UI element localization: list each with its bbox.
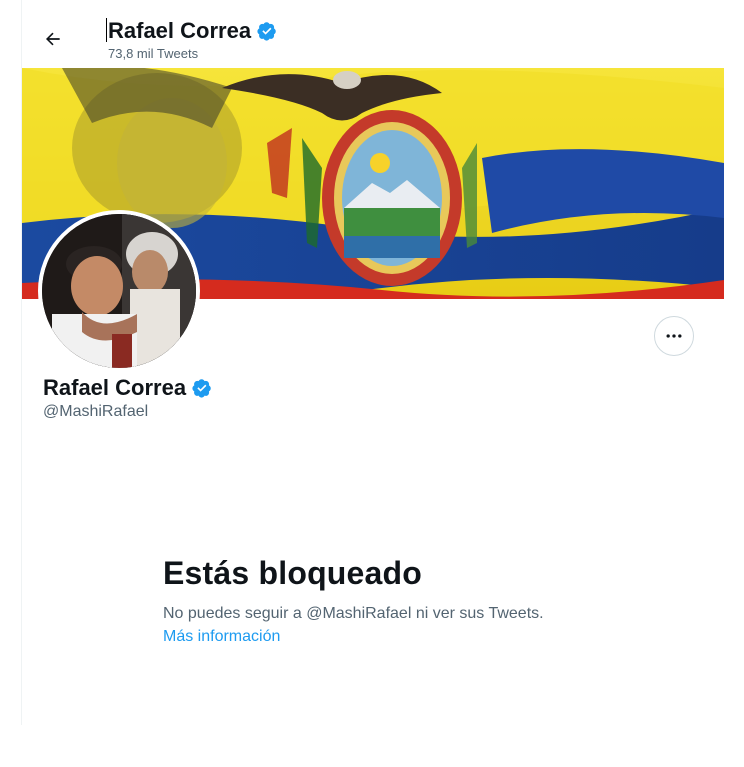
- blocked-description: No puedes seguir a @MashiRafael ni ver s…: [163, 605, 544, 622]
- more-options-button[interactable]: [654, 316, 694, 356]
- profile-name-text: Rafael Correa: [43, 375, 187, 400]
- avatar[interactable]: [38, 210, 200, 372]
- top-header: Rafael Correa 73,8 mil Tweets: [22, 0, 724, 68]
- arrow-left-icon: [46, 32, 60, 46]
- verified-badge-icon: [192, 379, 211, 398]
- more-info-link[interactable]: Más información: [163, 628, 280, 646]
- more-horizontal-icon: [666, 334, 682, 338]
- profile-column: Rafael Correa 73,8 mil Tweets Rafael Cor…: [21, 0, 724, 725]
- verified-badge-icon: [257, 22, 276, 41]
- header-name-text: Rafael Correa: [108, 18, 252, 43]
- header-title: Rafael Correa: [108, 18, 277, 44]
- profile-name: Rafael Correa: [43, 375, 212, 401]
- text-cursor: [106, 18, 107, 42]
- back-button[interactable]: [36, 22, 70, 56]
- blocked-title: Estás bloqueado: [163, 555, 423, 591]
- profile-handle: @MashiRafael: [43, 403, 149, 420]
- tweet-count: 73,8 mil Tweets: [108, 46, 199, 61]
- avatar-image: [42, 214, 196, 368]
